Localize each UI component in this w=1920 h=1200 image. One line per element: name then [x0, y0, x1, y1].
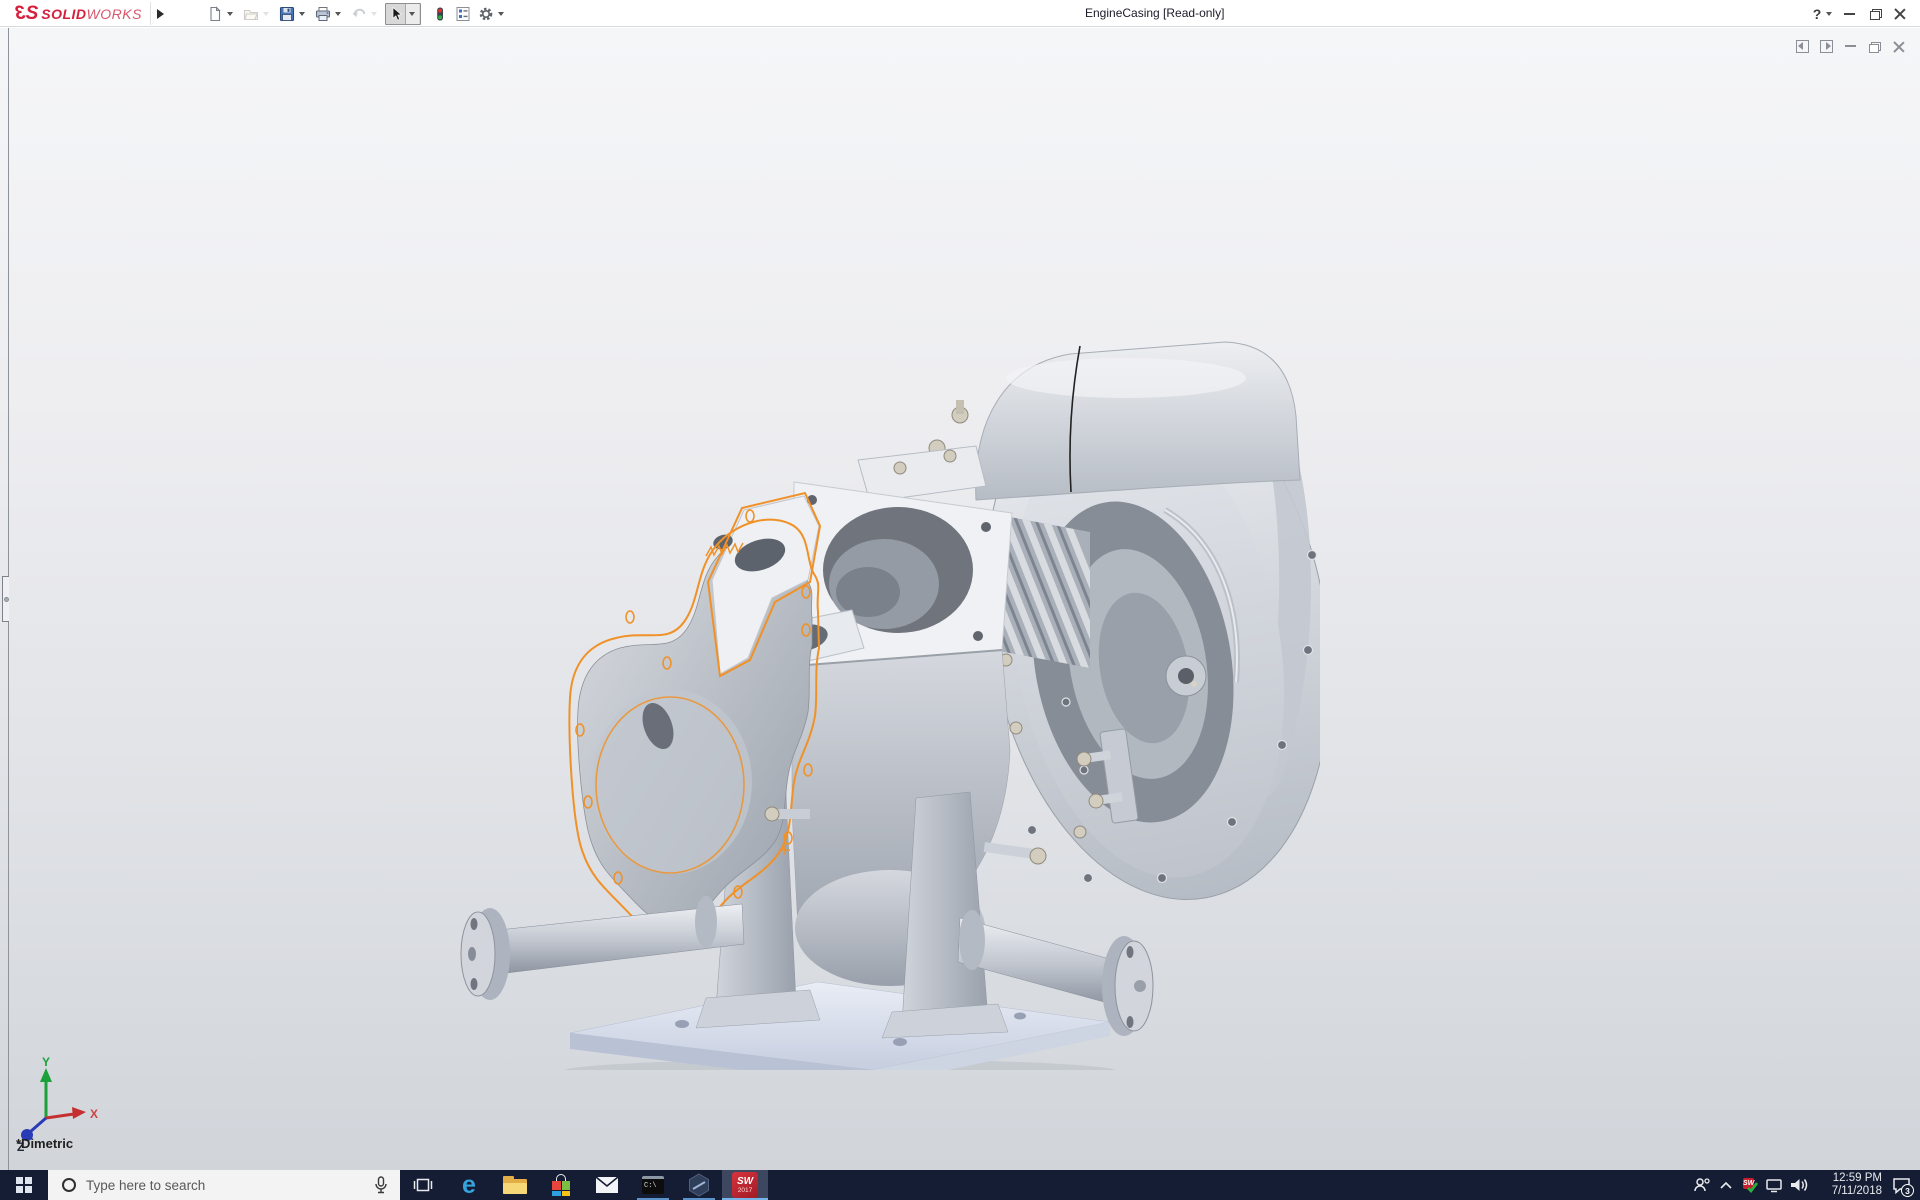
minimize-icon [1844, 12, 1855, 15]
solidworks-status-tray[interactable]: SW [1738, 1170, 1762, 1200]
file-properties-button[interactable] [453, 3, 473, 25]
main-toolbar [205, 2, 512, 25]
start-button[interactable] [0, 1170, 48, 1200]
task-view-icon [413, 1178, 433, 1192]
doc-minimize-button[interactable] [1838, 38, 1862, 54]
left-shaft [460, 896, 745, 1000]
document-title: EngineCasing [Read-only] [1085, 6, 1225, 20]
action-center-button[interactable]: 3 [1888, 1170, 1914, 1200]
3ds-logo-mark: 3S [16, 2, 38, 24]
volume-icon [1790, 1179, 1807, 1191]
desktop: 3S SOLID WORKS EngineCasing [Read-only] … [0, 0, 1920, 1200]
select-cursor-icon [387, 5, 405, 23]
doc-close-button[interactable] [1886, 38, 1910, 54]
hex-app-icon [689, 1173, 709, 1197]
task-view-button[interactable] [400, 1170, 446, 1200]
options-gear-icon [477, 5, 495, 23]
taskbar-app-file-explorer[interactable] [492, 1170, 538, 1200]
next-pane-button[interactable] [1814, 38, 1838, 54]
taskbar-app-command-prompt[interactable]: C:\ [630, 1170, 676, 1200]
logo-works-text: WORKS [86, 5, 142, 22]
solidworks-logo: 3S SOLID WORKS [12, 2, 151, 25]
x-axis-arrow-icon [72, 1107, 86, 1119]
volume-tray[interactable] [1786, 1170, 1810, 1200]
taskbar-app-hex[interactable] [676, 1170, 722, 1200]
taskbar-app-solidworks[interactable]: SW 2017 [722, 1170, 768, 1200]
taskbar-search[interactable] [48, 1170, 400, 1200]
doc-restore-icon [1869, 41, 1881, 53]
flyout-arrow-icon [156, 8, 164, 19]
chevron-up-icon [1720, 1181, 1732, 1189]
taskbar-app-mail[interactable] [584, 1170, 630, 1200]
graphics-viewport[interactable]: Y X Z *Dimetric [0, 28, 1920, 1170]
options-button[interactable] [476, 3, 509, 25]
network-tray[interactable] [1762, 1170, 1786, 1200]
restore-icon [1869, 9, 1882, 20]
system-tray: SW 12:59 PM 7/11/2018 3 [1690, 1170, 1920, 1200]
new-document-button[interactable] [205, 3, 238, 25]
y-axis-arrow-icon [40, 1068, 52, 1082]
view-orientation-label: *Dimetric [16, 1136, 74, 1151]
microphone-icon[interactable] [374, 1176, 388, 1194]
base-plate [569, 981, 1111, 1070]
previous-pane-button[interactable] [1790, 38, 1814, 54]
store-icon [551, 1174, 571, 1196]
clock-time: 12:59 PM [1832, 1172, 1882, 1184]
search-input[interactable] [86, 1177, 362, 1193]
pane-left-arrow-icon [1797, 42, 1803, 50]
file-properties-icon [454, 5, 472, 23]
featuremanager-expand-tab[interactable] [2, 576, 9, 622]
people-button[interactable] [1690, 1170, 1714, 1200]
new-document-icon [206, 5, 224, 23]
command-prompt-icon: C:\ [642, 1176, 664, 1194]
doc-restore-button[interactable] [1862, 38, 1886, 54]
network-icon [1766, 1179, 1782, 1193]
mail-icon [595, 1176, 619, 1193]
toolbar-flyout-button[interactable] [152, 4, 168, 23]
help-button[interactable]: ? [1812, 0, 1837, 27]
minimize-button[interactable] [1837, 0, 1862, 27]
taskbar: e C:\ [0, 1170, 1920, 1200]
pane-right-arrow-icon [1825, 42, 1831, 50]
restore-button[interactable] [1862, 0, 1887, 27]
save-floppy-icon [278, 5, 296, 23]
windows-logo-icon [16, 1177, 32, 1193]
people-icon [1694, 1178, 1710, 1192]
logo-solid-text: SOLID [41, 5, 87, 22]
doc-close-icon [1893, 41, 1904, 52]
document-window-controls [1790, 38, 1910, 54]
taskbar-app-store[interactable] [538, 1170, 584, 1200]
close-icon [1894, 8, 1905, 19]
model-canvas[interactable] [420, 330, 1320, 1070]
titlebar: 3S SOLID WORKS EngineCasing [Read-only] … [0, 0, 1920, 27]
window-controls: ? [1812, 0, 1912, 27]
solidworks-check-icon: SW [1743, 1178, 1759, 1193]
save-button[interactable] [277, 3, 310, 25]
select-tool-button[interactable] [385, 2, 421, 25]
hidden-icons-button[interactable] [1714, 1170, 1738, 1200]
cortana-icon [62, 1178, 76, 1192]
rebuild-traffic-light-icon [431, 5, 449, 23]
select-tool-dropdown[interactable] [405, 3, 419, 24]
clock[interactable]: 12:59 PM 7/11/2018 [1814, 1172, 1882, 1198]
undo-icon [350, 5, 368, 23]
open-button[interactable] [241, 3, 274, 25]
taskbar-app-edge[interactable]: e [446, 1170, 492, 1200]
close-button[interactable] [1887, 0, 1912, 27]
solidworks-2017-icon: SW 2017 [732, 1172, 758, 1198]
open-folder-icon [242, 5, 260, 23]
notification-badge: 3 [1901, 1184, 1914, 1197]
print-icon [314, 5, 332, 23]
x-axis-label: X [90, 1107, 98, 1121]
file-explorer-icon [503, 1176, 527, 1194]
expand-tab-dot-icon [3, 596, 9, 602]
rebuild-button[interactable] [430, 3, 450, 25]
doc-minimize-icon [1844, 45, 1856, 47]
undo-button[interactable] [349, 3, 382, 25]
print-button[interactable] [313, 3, 346, 25]
clock-date: 7/11/2018 [1831, 1185, 1882, 1197]
edge-icon: e [462, 1170, 476, 1199]
y-axis-label: Y [42, 1056, 50, 1069]
